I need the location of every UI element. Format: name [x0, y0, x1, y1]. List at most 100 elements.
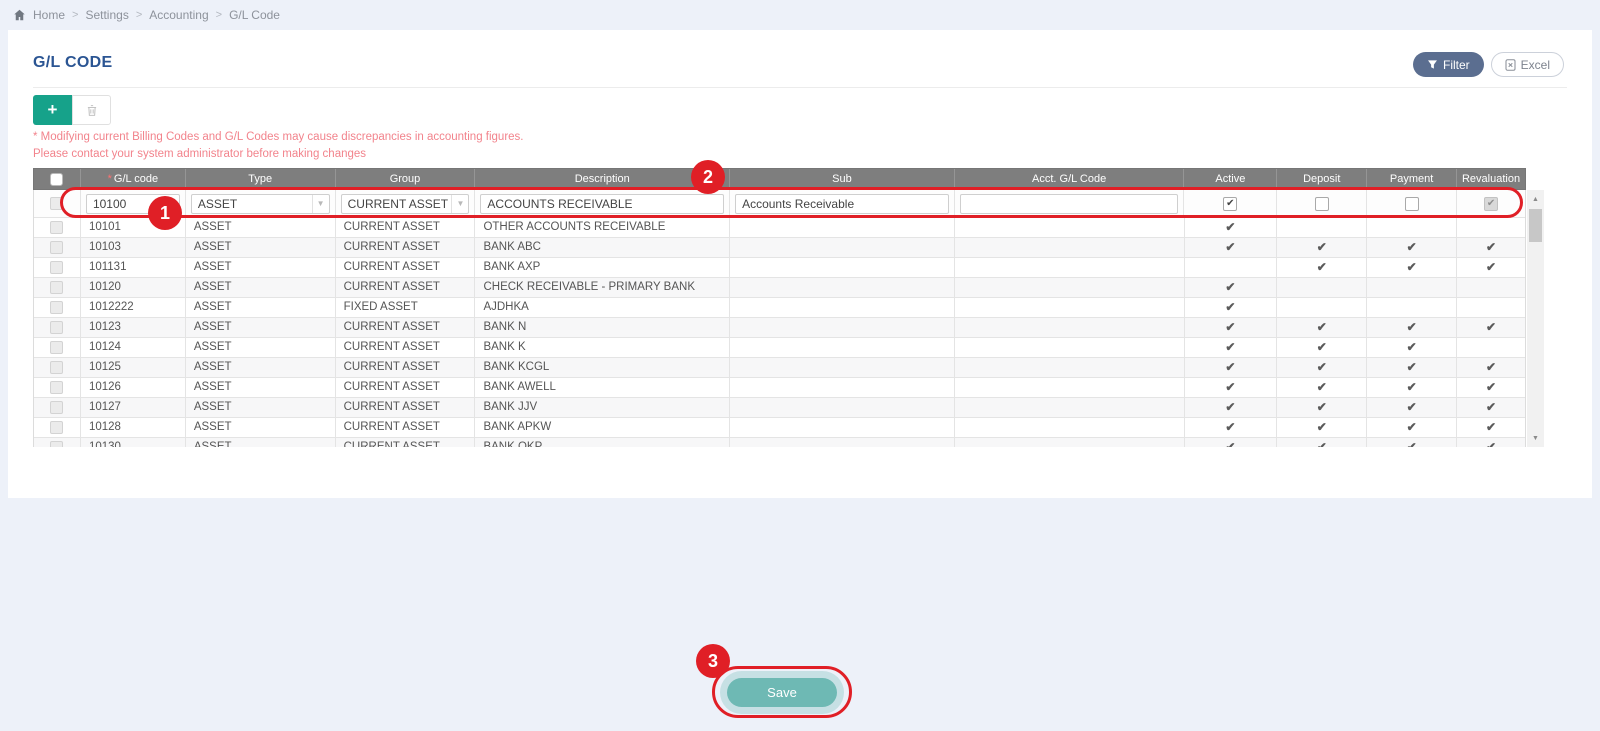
excel-label: Excel: [1521, 58, 1550, 72]
cell-gl_code: 10130: [81, 438, 186, 447]
cell-active: ✔: [1185, 298, 1278, 317]
edit-row-checkbox[interactable]: [50, 197, 63, 210]
scroll-down-arrow-icon[interactable]: ▼: [1527, 431, 1544, 445]
header-actions: Filter Excel: [1413, 52, 1564, 77]
cell-description: CHECK RECEIVABLE - PRIMARY BANK: [475, 278, 730, 297]
column-header-deposit[interactable]: Deposit: [1277, 169, 1367, 189]
cell-acct_gl_code: [955, 218, 1185, 237]
column-header-type[interactable]: Type: [186, 169, 336, 189]
cell-active: ✔: [1185, 358, 1278, 377]
cell-deposit: ✔: [1277, 438, 1367, 447]
vertical-scrollbar[interactable]: ▲ ▼: [1527, 190, 1544, 447]
table-row[interactable]: 10120ASSETCURRENT ASSETCHECK RECEIVABLE …: [34, 278, 1525, 298]
payment-checkbox[interactable]: [1405, 197, 1419, 211]
cell-revaluation: [1457, 298, 1525, 317]
cell-sub: [730, 278, 955, 297]
cell-payment: ✔: [1367, 318, 1457, 337]
cell-description: BANK K: [475, 338, 730, 357]
type-select[interactable]: ASSET ▼: [191, 194, 330, 214]
column-header-description[interactable]: Description: [475, 169, 730, 189]
scrollbar-thumb[interactable]: [1529, 209, 1542, 242]
delete-row-button[interactable]: [72, 95, 111, 125]
content-card: G/L CODE Filter Excel + * Modifying curr…: [8, 30, 1592, 498]
row-checkbox[interactable]: [50, 381, 63, 394]
filter-label: Filter: [1443, 58, 1470, 72]
row-checkbox[interactable]: [50, 421, 63, 434]
column-header-active[interactable]: Active: [1184, 169, 1277, 189]
table-header-row: *G/L codeTypeGroupDescriptionSubAcct. G/…: [33, 168, 1526, 190]
excel-export-button[interactable]: Excel: [1491, 52, 1564, 77]
row-checkbox[interactable]: [50, 221, 63, 234]
cell-description: BANK OKP: [475, 438, 730, 447]
revaluation-checkbox[interactable]: [1484, 197, 1498, 211]
breadcrumb-separator: >: [72, 9, 78, 21]
cell-deposit: [1277, 218, 1367, 237]
table-row[interactable]: 10126ASSETCURRENT ASSETBANK AWELL✔✔✔✔: [34, 378, 1525, 398]
cell-deposit: ✔: [1277, 358, 1367, 377]
cell-type: ASSET: [186, 378, 336, 397]
deposit-checkbox[interactable]: [1315, 197, 1329, 211]
filter-button[interactable]: Filter: [1413, 52, 1484, 77]
row-checkbox[interactable]: [50, 361, 63, 374]
save-button[interactable]: Save: [727, 678, 837, 707]
cell-group: CURRENT ASSET: [336, 358, 476, 377]
table-row[interactable]: 101131ASSETCURRENT ASSETBANK AXP✔✔✔: [34, 258, 1525, 278]
row-checkbox[interactable]: [50, 341, 63, 354]
column-header-sub[interactable]: Sub: [730, 169, 955, 189]
row-checkbox[interactable]: [50, 241, 63, 254]
column-header-revaluation[interactable]: Revaluation: [1457, 169, 1525, 189]
home-icon: [13, 9, 26, 21]
table-row[interactable]: 10103ASSETCURRENT ASSETBANK ABC✔✔✔✔: [34, 238, 1525, 258]
cell-payment: ✔: [1367, 238, 1457, 257]
group-select[interactable]: CURRENT ASSET ▼: [341, 194, 470, 214]
table-row[interactable]: 10125ASSETCURRENT ASSETBANK KCGL✔✔✔✔: [34, 358, 1525, 378]
row-checkbox[interactable]: [50, 441, 63, 447]
acct-gl-code-input[interactable]: [960, 194, 1179, 214]
table-row[interactable]: 10101ASSETCURRENT ASSETOTHER ACCOUNTS RE…: [34, 218, 1525, 238]
column-header-payment[interactable]: Payment: [1367, 169, 1457, 189]
column-header-gl_code[interactable]: *G/L code: [81, 169, 186, 189]
description-input[interactable]: [480, 194, 724, 214]
cell-acct_gl_code: [955, 238, 1185, 257]
table-row[interactable]: 1012222ASSETFIXED ASSETAJDHKA✔: [34, 298, 1525, 318]
cell-group: CURRENT ASSET: [336, 398, 476, 417]
select-all-checkbox[interactable]: [50, 173, 63, 186]
row-checkbox[interactable]: [50, 281, 63, 294]
cell-gl_code: 1012222: [81, 298, 186, 317]
chevron-down-icon: ▼: [312, 195, 329, 213]
cell-sub: [730, 238, 955, 257]
row-checkbox[interactable]: [50, 321, 63, 334]
table-row[interactable]: 10127ASSETCURRENT ASSETBANK JJV✔✔✔✔: [34, 398, 1525, 418]
breadcrumb-item[interactable]: Accounting: [149, 8, 208, 22]
row-checkbox[interactable]: [50, 301, 63, 314]
cell-payment: ✔: [1367, 418, 1457, 437]
breadcrumb-item[interactable]: Home: [33, 8, 65, 22]
column-header-group[interactable]: Group: [336, 169, 476, 189]
cell-type: ASSET: [186, 398, 336, 417]
table-row[interactable]: 10130ASSETCURRENT ASSETBANK OKP✔✔✔✔: [34, 438, 1525, 447]
cell-acct_gl_code: [955, 378, 1185, 397]
row-checkbox[interactable]: [50, 401, 63, 414]
warning-message: * Modifying current Billing Codes and G/…: [33, 129, 524, 163]
edit-row[interactable]: ASSET ▼ CURRENT ASSET ▼: [34, 190, 1525, 218]
table-row[interactable]: 10123ASSETCURRENT ASSETBANK N✔✔✔✔: [34, 318, 1525, 338]
cell-payment: [1367, 218, 1457, 237]
cell-sub: [730, 338, 955, 357]
scroll-up-arrow-icon[interactable]: ▲: [1527, 192, 1544, 206]
row-checkbox[interactable]: [50, 261, 63, 274]
add-row-button[interactable]: +: [33, 95, 72, 125]
active-checkbox[interactable]: [1223, 197, 1237, 211]
sub-input[interactable]: [735, 194, 949, 214]
cell-payment: [1367, 298, 1457, 317]
gl-code-input[interactable]: [86, 194, 180, 214]
column-header-acct_gl_code[interactable]: Acct. G/L Code: [955, 169, 1185, 189]
breadcrumb-item[interactable]: Settings: [85, 8, 128, 22]
filter-funnel-icon: [1427, 59, 1438, 70]
table-row[interactable]: 10124ASSETCURRENT ASSETBANK K✔✔✔: [34, 338, 1525, 358]
cell-sub: [730, 438, 955, 447]
cell-gl_code: 10127: [81, 398, 186, 417]
cell-type: ASSET: [186, 298, 336, 317]
breadcrumb-item[interactable]: G/L Code: [229, 8, 280, 22]
table-row[interactable]: 10128ASSETCURRENT ASSETBANK APKW✔✔✔✔: [34, 418, 1525, 438]
cell-group: CURRENT ASSET: [336, 418, 476, 437]
